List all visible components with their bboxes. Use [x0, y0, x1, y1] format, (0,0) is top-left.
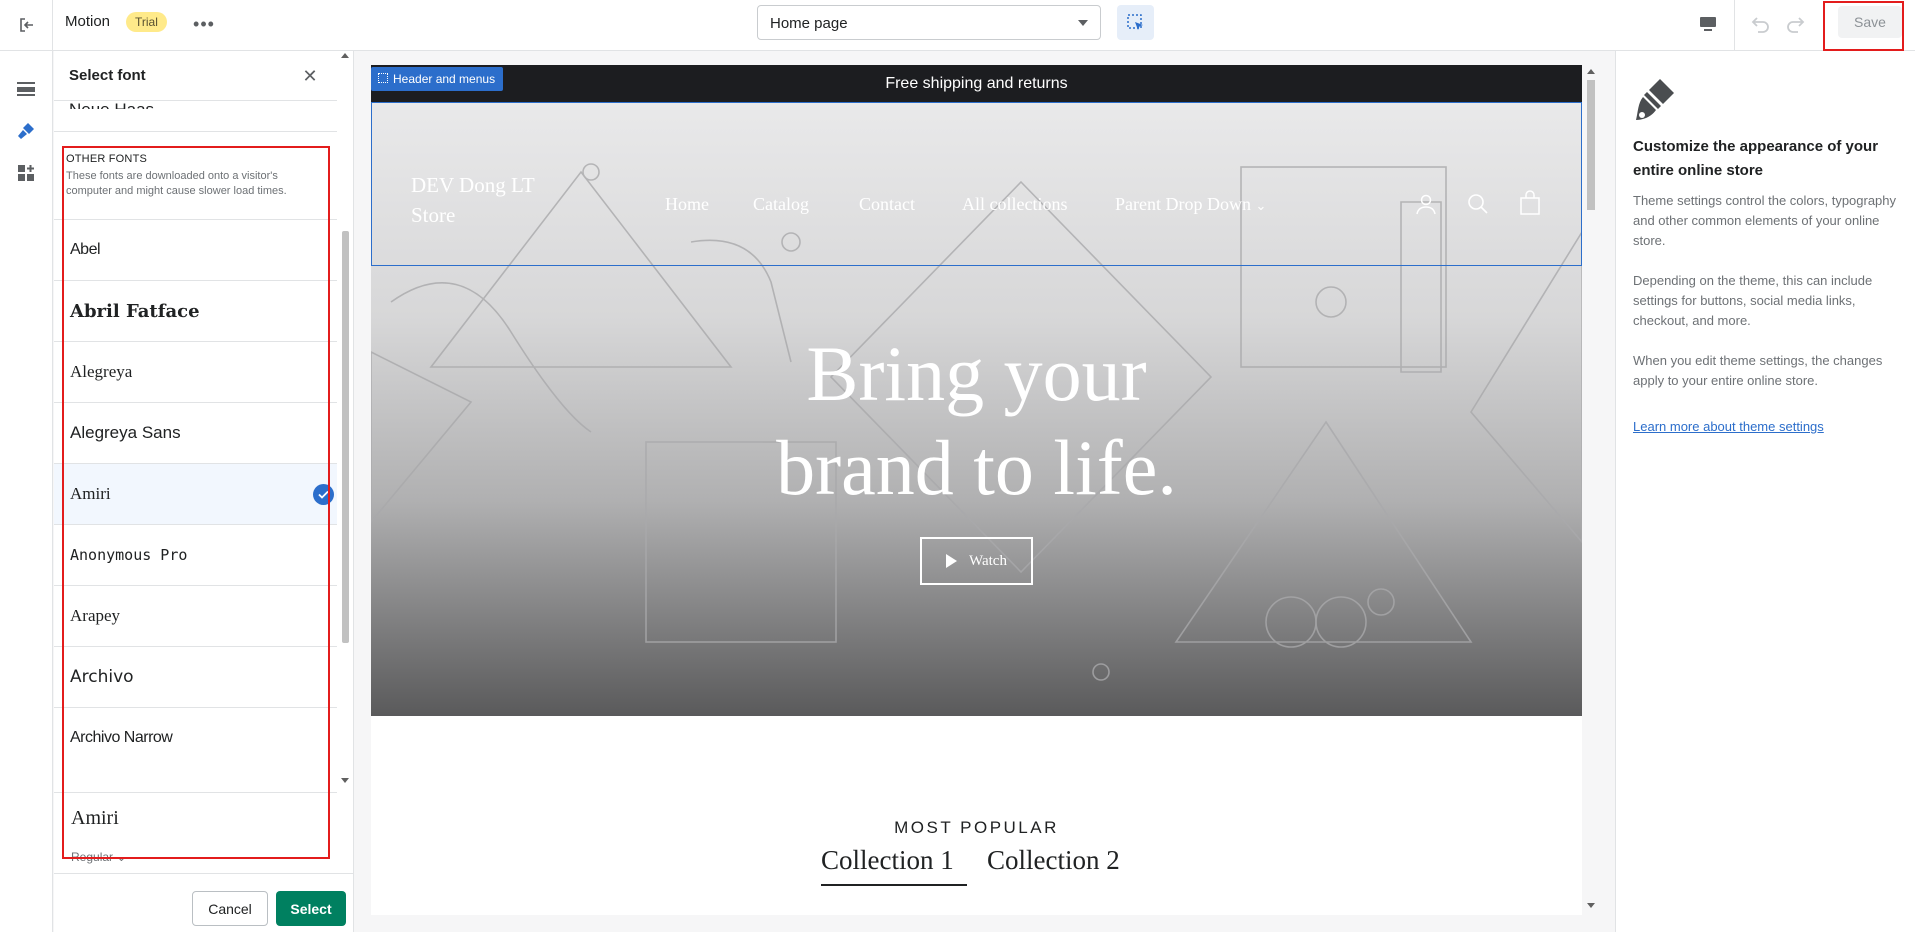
- section-icon: [378, 73, 388, 83]
- theme-settings-icon[interactable]: [10, 115, 42, 147]
- font-option[interactable]: Archivo Narrow: [54, 707, 337, 768]
- top-bar: Motion Trial ••• Home page Save: [0, 0, 1915, 51]
- hero-banner: DEV Dong LT Store Home Catalog Contact A…: [371, 102, 1582, 716]
- other-fonts-description: These fonts are downloaded onto a visito…: [66, 170, 287, 197]
- panel-title: Select font: [69, 67, 146, 84]
- watch-label: Watch: [969, 552, 1007, 569]
- page-selector-value: Home page: [770, 15, 848, 32]
- undo-icon[interactable]: [1746, 10, 1774, 38]
- divider: [1734, 0, 1735, 51]
- select-font-panel: Select font ✕ Neue Haas Other fonts Thes…: [54, 51, 354, 932]
- learn-more-link[interactable]: Learn more about theme settings: [1633, 419, 1824, 434]
- font-option[interactable]: Alegreya Sans: [54, 402, 337, 463]
- exit-icon[interactable]: [12, 10, 42, 40]
- inspector-toggle-button[interactable]: [1117, 5, 1154, 40]
- font-option[interactable]: Arapey: [54, 585, 337, 646]
- theme-settings-info-panel: Customize the appearance of your entire …: [1615, 51, 1915, 932]
- current-font-name: Amiri: [71, 807, 119, 829]
- font-option-label: Anonymous Pro: [70, 546, 188, 564]
- close-icon[interactable]: ✕: [299, 65, 321, 87]
- font-option[interactable]: Abril Fatface: [54, 280, 337, 341]
- hero-heading-line-1: Bring your: [806, 330, 1147, 417]
- theme-name: Motion: [65, 13, 111, 30]
- font-list: Abel Abril Fatface Alegreya Alegreya Sans Am…: [54, 219, 337, 768]
- more-actions-icon[interactable]: •••: [190, 10, 218, 38]
- nav-parent-drop-down-label: Parent Drop Down: [1115, 194, 1251, 214]
- info-paragraph: When you edit theme settings, the change…: [1633, 353, 1883, 388]
- section-badge-label: Header and menus: [393, 72, 496, 86]
- font-option[interactable]: Archivo: [54, 646, 337, 707]
- store-preview: Free shipping and returns Header and men…: [371, 65, 1582, 915]
- font-list-scrollbar[interactable]: [339, 51, 351, 791]
- font-option-label: Abril Fatface: [70, 300, 200, 322]
- save-button[interactable]: Save: [1838, 6, 1902, 38]
- font-option[interactable]: Abel: [54, 219, 337, 280]
- cancel-button[interactable]: Cancel: [192, 891, 268, 926]
- nav-home[interactable]: Home: [665, 194, 709, 215]
- info-title: Customize the appearance of your entire …: [1633, 138, 1879, 179]
- preview-scrollbar[interactable]: [1585, 65, 1597, 915]
- tab-collection-2[interactable]: Collection 2: [987, 845, 1120, 876]
- play-icon: [946, 554, 958, 568]
- panel-footer: Cancel Select: [54, 873, 353, 932]
- active-tab-underline: [821, 884, 967, 886]
- font-option-label: Archivo Narrow: [70, 729, 173, 746]
- other-fonts-header: Other fonts These fonts are downloaded o…: [66, 153, 326, 199]
- select-cursor-icon: [1126, 13, 1143, 30]
- font-item-partial[interactable]: Neue Haas: [69, 93, 154, 109]
- announcement-bar: Free shipping and returns: [371, 65, 1582, 102]
- watch-button[interactable]: Watch: [920, 537, 1033, 585]
- chevron-down-icon: [1078, 20, 1088, 26]
- font-option-label: Amiri: [70, 484, 111, 503]
- chevron-down-icon: ⌄: [1255, 198, 1267, 213]
- store-name[interactable]: DEV Dong LT Store: [411, 170, 571, 230]
- font-style-value: Regular: [71, 850, 114, 864]
- font-option[interactable]: Amiri: [54, 463, 337, 524]
- select-button[interactable]: Select: [276, 891, 346, 926]
- divider: [52, 0, 53, 51]
- section-badge[interactable]: Header and menus: [371, 67, 504, 91]
- font-option[interactable]: Alegreya: [54, 341, 337, 402]
- tab-collection-1[interactable]: Collection 1: [821, 845, 954, 876]
- info-paragraph: Theme settings control the colors, typog…: [1633, 193, 1897, 248]
- font-option-label: Alegreya Sans: [70, 423, 181, 442]
- font-option-label: Archivo: [70, 667, 134, 687]
- cart-icon[interactable]: [1518, 190, 1542, 216]
- font-style-dropdown[interactable]: Regular ⌄: [71, 850, 126, 864]
- account-icon[interactable]: [1414, 192, 1438, 216]
- font-option-label: Arapey: [70, 606, 121, 625]
- page-selector[interactable]: Home page: [757, 5, 1101, 40]
- section-heading: MOST POPULAR: [894, 818, 1059, 837]
- nav-catalog[interactable]: Catalog: [753, 194, 809, 215]
- apps-icon[interactable]: [10, 157, 42, 189]
- hero-heading: Bring your brand to life.: [371, 327, 1582, 515]
- font-option[interactable]: Anonymous Pro: [54, 524, 337, 585]
- nav-contact[interactable]: Contact: [859, 194, 915, 215]
- nav-parent-drop-down[interactable]: Parent Drop Down ⌄: [1115, 194, 1266, 215]
- paintbrush-icon: [1636, 79, 1674, 120]
- chevron-down-icon: ⌄: [116, 850, 127, 864]
- redo-icon[interactable]: [1782, 10, 1810, 38]
- sections-icon[interactable]: [10, 73, 42, 105]
- left-rail: [0, 51, 53, 932]
- nav-all-collections[interactable]: All collections: [962, 194, 1067, 215]
- checkmark-icon: [313, 484, 334, 505]
- info-paragraph: Depending on the theme, this can include…: [1633, 273, 1873, 328]
- font-option-label: Abel: [70, 241, 101, 258]
- hero-heading-line-2: brand to life.: [776, 424, 1177, 511]
- desktop-preview-icon[interactable]: [1694, 10, 1722, 38]
- font-option-label: Alegreya: [70, 362, 133, 381]
- search-icon[interactable]: [1466, 192, 1490, 216]
- trial-badge: Trial: [126, 12, 167, 32]
- other-fonts-title: Other fonts: [66, 153, 148, 165]
- current-font-preview: Amiri Regular ⌄: [54, 792, 337, 872]
